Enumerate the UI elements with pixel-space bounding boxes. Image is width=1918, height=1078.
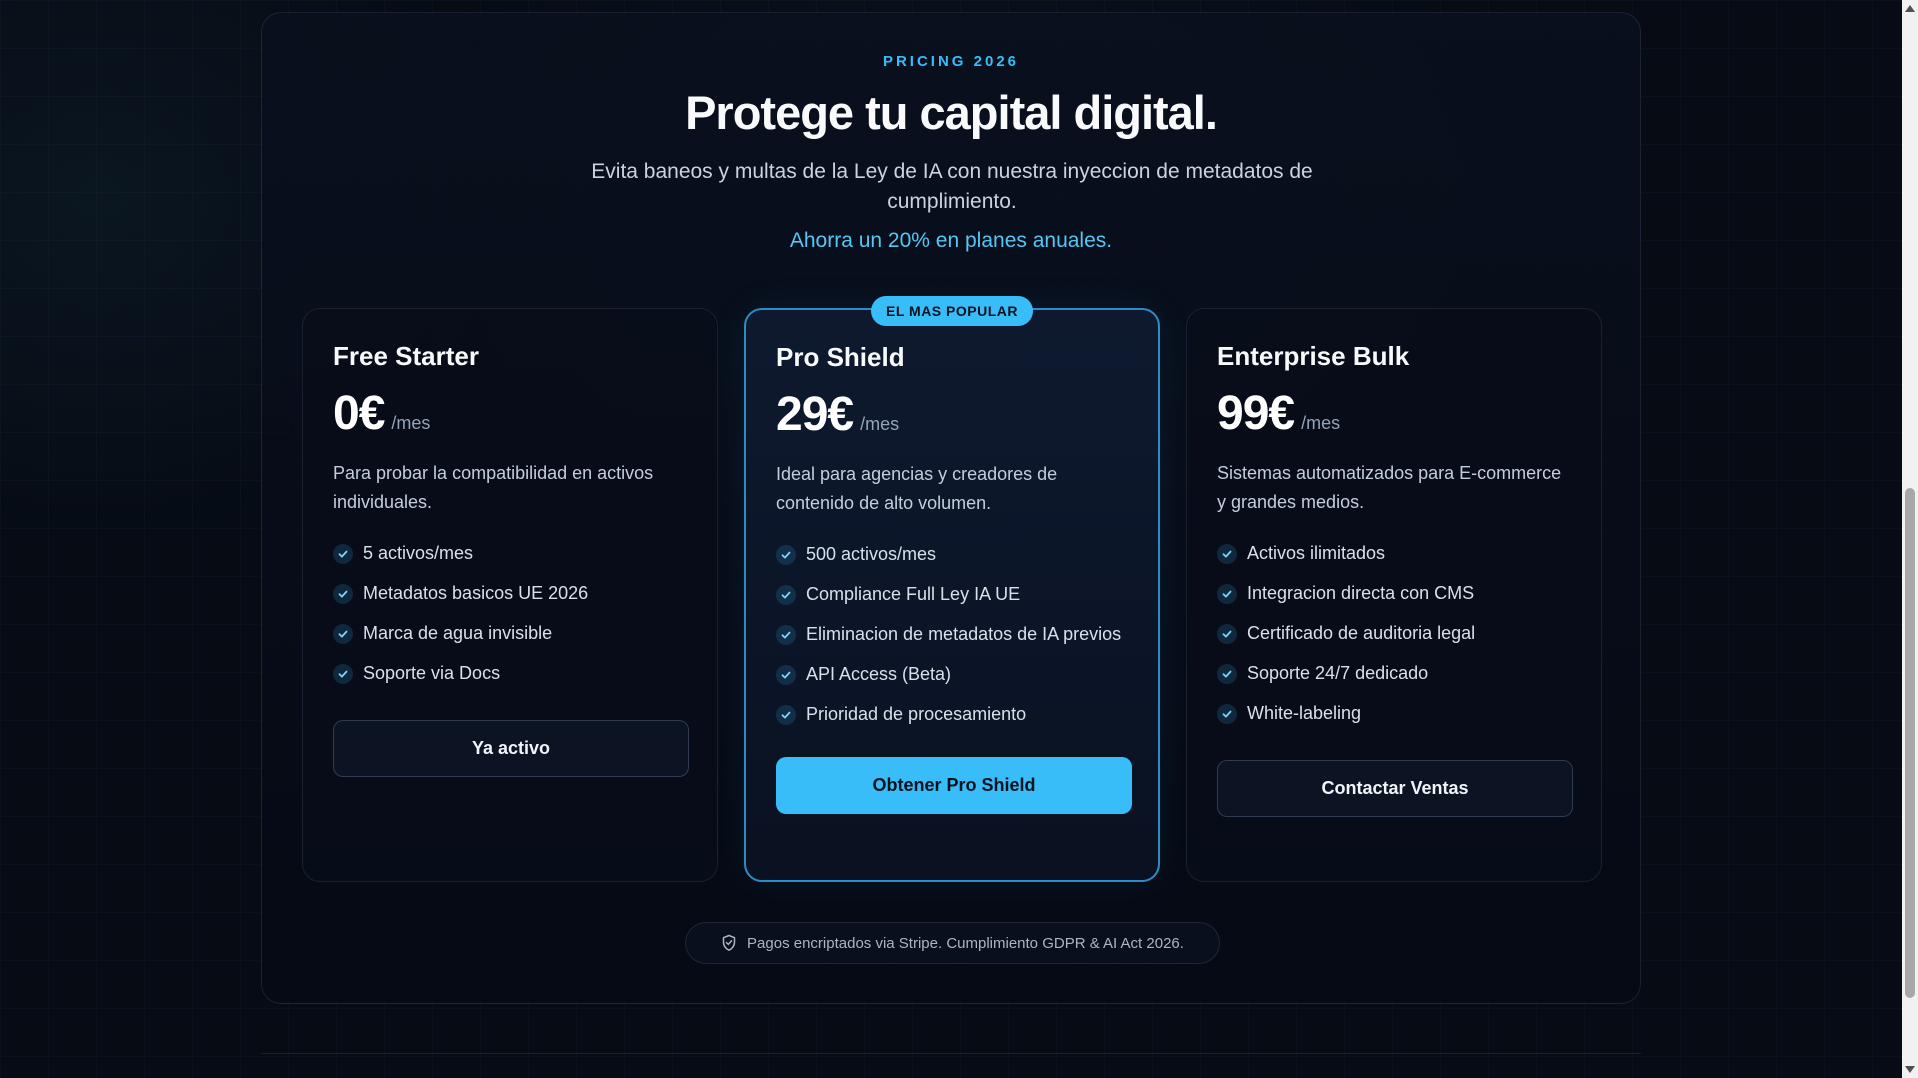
feature-item: Marca de agua invisible xyxy=(333,621,687,646)
feature-item: Eliminacion de metadatos de IA previos xyxy=(776,622,1128,647)
plan-card-free-starter: Free Starter 0€ /mes Para probar la comp… xyxy=(302,308,718,882)
feature-item: Prioridad de procesamiento xyxy=(776,702,1128,727)
plan-price: 99€ xyxy=(1217,387,1295,440)
check-icon xyxy=(776,545,796,565)
check-icon xyxy=(1217,624,1237,644)
plan-card-enterprise-bulk: Enterprise Bulk 99€ /mes Sistemas automa… xyxy=(1186,308,1602,882)
feature-list: 500 activos/mes Compliance Full Ley IA U… xyxy=(776,542,1128,727)
check-icon xyxy=(776,585,796,605)
check-icon xyxy=(776,705,796,725)
plan-period: /mes xyxy=(1301,413,1341,433)
feature-item: Integracion directa con CMS xyxy=(1217,581,1571,606)
secure-payment-text: Pagos encriptados via Stripe. Cumplimien… xyxy=(747,934,1184,952)
plan-name: Free Starter xyxy=(333,341,479,371)
price-row: 99€ /mes xyxy=(1217,386,1571,441)
check-icon xyxy=(1217,584,1237,604)
secure-payment-note: Pagos encriptados via Stripe. Cumplimien… xyxy=(685,922,1220,964)
check-icon xyxy=(333,624,353,644)
price-row: 29€ /mes xyxy=(776,387,1128,442)
feature-item: 500 activos/mes xyxy=(776,542,1128,567)
feature-item: 5 activos/mes xyxy=(333,541,687,566)
pricing-section: PRICING 2026 Protege tu capital digital.… xyxy=(261,12,1641,1004)
annual-savings-note: Ahorra un 20% en planes anuales. xyxy=(789,229,1113,252)
plan-cta-button[interactable]: Ya activo xyxy=(333,720,689,777)
footer-divider xyxy=(261,1053,1641,1054)
feature-item: Compliance Full Ley IA UE xyxy=(776,582,1128,607)
plan-card-pro-shield: EL MAS POPULAR Pro Shield 29€ /mes Ideal… xyxy=(744,296,1160,882)
plan-period: /mes xyxy=(391,413,431,433)
plan-name: Enterprise Bulk xyxy=(1217,341,1410,371)
scroll-down-arrow-icon[interactable] xyxy=(1905,1066,1915,1073)
feature-item: Soporte 24/7 dedicado xyxy=(1217,661,1571,686)
feature-item: Activos ilimitados xyxy=(1217,541,1571,566)
feature-item: Metadatos basicos UE 2026 xyxy=(333,581,687,606)
scroll-up-arrow-icon[interactable] xyxy=(1905,5,1915,12)
plan-price: 0€ xyxy=(333,387,385,440)
price-row: 0€ /mes xyxy=(333,386,687,441)
page-scrollbar[interactable] xyxy=(1902,0,1918,1078)
page-title: Protege tu capital digital. xyxy=(685,86,1218,139)
check-icon xyxy=(333,664,353,684)
plan-price: 29€ xyxy=(776,388,854,441)
feature-item: Soporte via Docs xyxy=(333,661,687,686)
plan-cta-button[interactable]: Obtener Pro Shield xyxy=(776,757,1132,814)
popular-badge: EL MAS POPULAR xyxy=(871,296,1033,326)
feature-list: Activos ilimitados Integracion directa c… xyxy=(1217,541,1571,726)
check-icon xyxy=(1217,664,1237,684)
scrollbar-thumb[interactable] xyxy=(1905,488,1915,998)
check-icon xyxy=(333,544,353,564)
check-icon xyxy=(1217,544,1237,564)
check-icon xyxy=(776,625,796,645)
check-icon xyxy=(1217,704,1237,724)
feature-list: 5 activos/mes Metadatos basicos UE 2026 … xyxy=(333,541,687,686)
feature-item: API Access (Beta) xyxy=(776,662,1128,687)
shield-check-icon xyxy=(722,934,736,951)
feature-item: Certificado de auditoria legal xyxy=(1217,621,1571,646)
plan-period: /mes xyxy=(860,414,900,434)
plan-description: Sistemas automatizados para E-commerce y… xyxy=(1217,463,1562,512)
plan-description: Para probar la compatibilidad en activos… xyxy=(333,463,654,512)
plan-description: Ideal para agencias y creadores de conte… xyxy=(776,464,1058,513)
feature-item: White-labeling xyxy=(1217,701,1571,726)
plan-name: Pro Shield xyxy=(776,342,905,372)
check-icon xyxy=(333,584,353,604)
plan-cta-button[interactable]: Contactar Ventas xyxy=(1217,760,1573,817)
check-icon xyxy=(776,665,796,685)
page-subtitle: Evita baneos y multas de la Ley de IA co… xyxy=(591,160,1313,213)
section-eyebrow: PRICING 2026 xyxy=(882,53,1020,70)
